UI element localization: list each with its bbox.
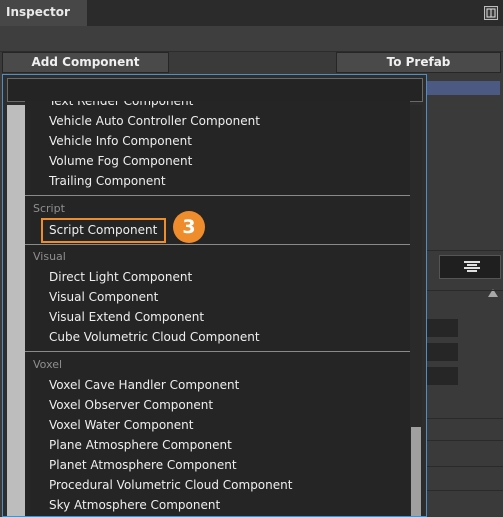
list-item[interactable]: Planet Atmosphere Component [49,455,237,475]
divider [426,466,503,467]
step-badge: 3 [173,211,205,243]
to-prefab-button[interactable]: To Prefab [336,52,501,73]
scroll-up-arrow-icon[interactable] [487,287,499,297]
panel-toolbar [0,26,503,52]
list-item-text-render[interactable]: Text Render Component [49,101,193,111]
group-label-voxel: Voxel [33,358,63,371]
maximize-icon[interactable] [484,6,498,20]
list-item[interactable]: Vehicle Info Component [49,131,192,151]
list-item[interactable]: Direct Light Component [49,267,192,287]
property-field[interactable] [426,319,458,337]
list-item[interactable]: Voxel Observer Component [49,395,213,415]
selected-row[interactable] [426,81,500,95]
list-item[interactable]: Procedural Volumetric Cloud Component [49,475,292,495]
list-item[interactable]: Sky Atmosphere Component [49,495,220,515]
scrollbar-thumb[interactable] [411,427,421,516]
inspector-tab[interactable]: Inspector [0,0,88,26]
align-center-icon [464,261,480,272]
list-item[interactable]: Trailing Component [49,171,166,191]
scrollbar[interactable] [410,105,422,516]
list-item[interactable]: Visual Component [49,287,158,307]
group-separator [25,351,410,352]
add-component-button[interactable]: Add Component [2,52,169,73]
list-item[interactable]: Vehicle Auto Controller Component [49,111,260,131]
highlight-box [41,218,166,243]
list-item[interactable]: Cube Volumetric Cloud Component [49,327,260,347]
add-component-popup: Text Render Component Vehicle Auto Contr… [2,74,427,517]
group-separator [25,195,410,196]
list-item[interactable]: Voxel Cave Handler Component [49,375,239,395]
list-item[interactable]: Visual Extend Component [49,307,204,327]
list-gutter [7,105,25,516]
list-item[interactable]: Plane Atmosphere Component [49,435,232,455]
divider [426,290,503,291]
divider [426,440,503,441]
group-label-visual: Visual [33,250,66,263]
property-field[interactable] [426,343,458,361]
divider [426,250,503,251]
divider [426,418,503,419]
property-field[interactable] [426,367,458,385]
group-separator [25,244,410,245]
search-input[interactable] [7,78,423,102]
divider [426,490,503,491]
list-item[interactable]: Voxel Water Component [49,415,193,435]
align-button[interactable] [439,255,501,279]
inspector-title: Inspector [6,5,70,19]
component-list: Text Render Component Vehicle Auto Contr… [25,101,410,516]
group-label-script: Script [33,202,65,215]
list-item[interactable]: Volume Fog Component [49,151,192,171]
